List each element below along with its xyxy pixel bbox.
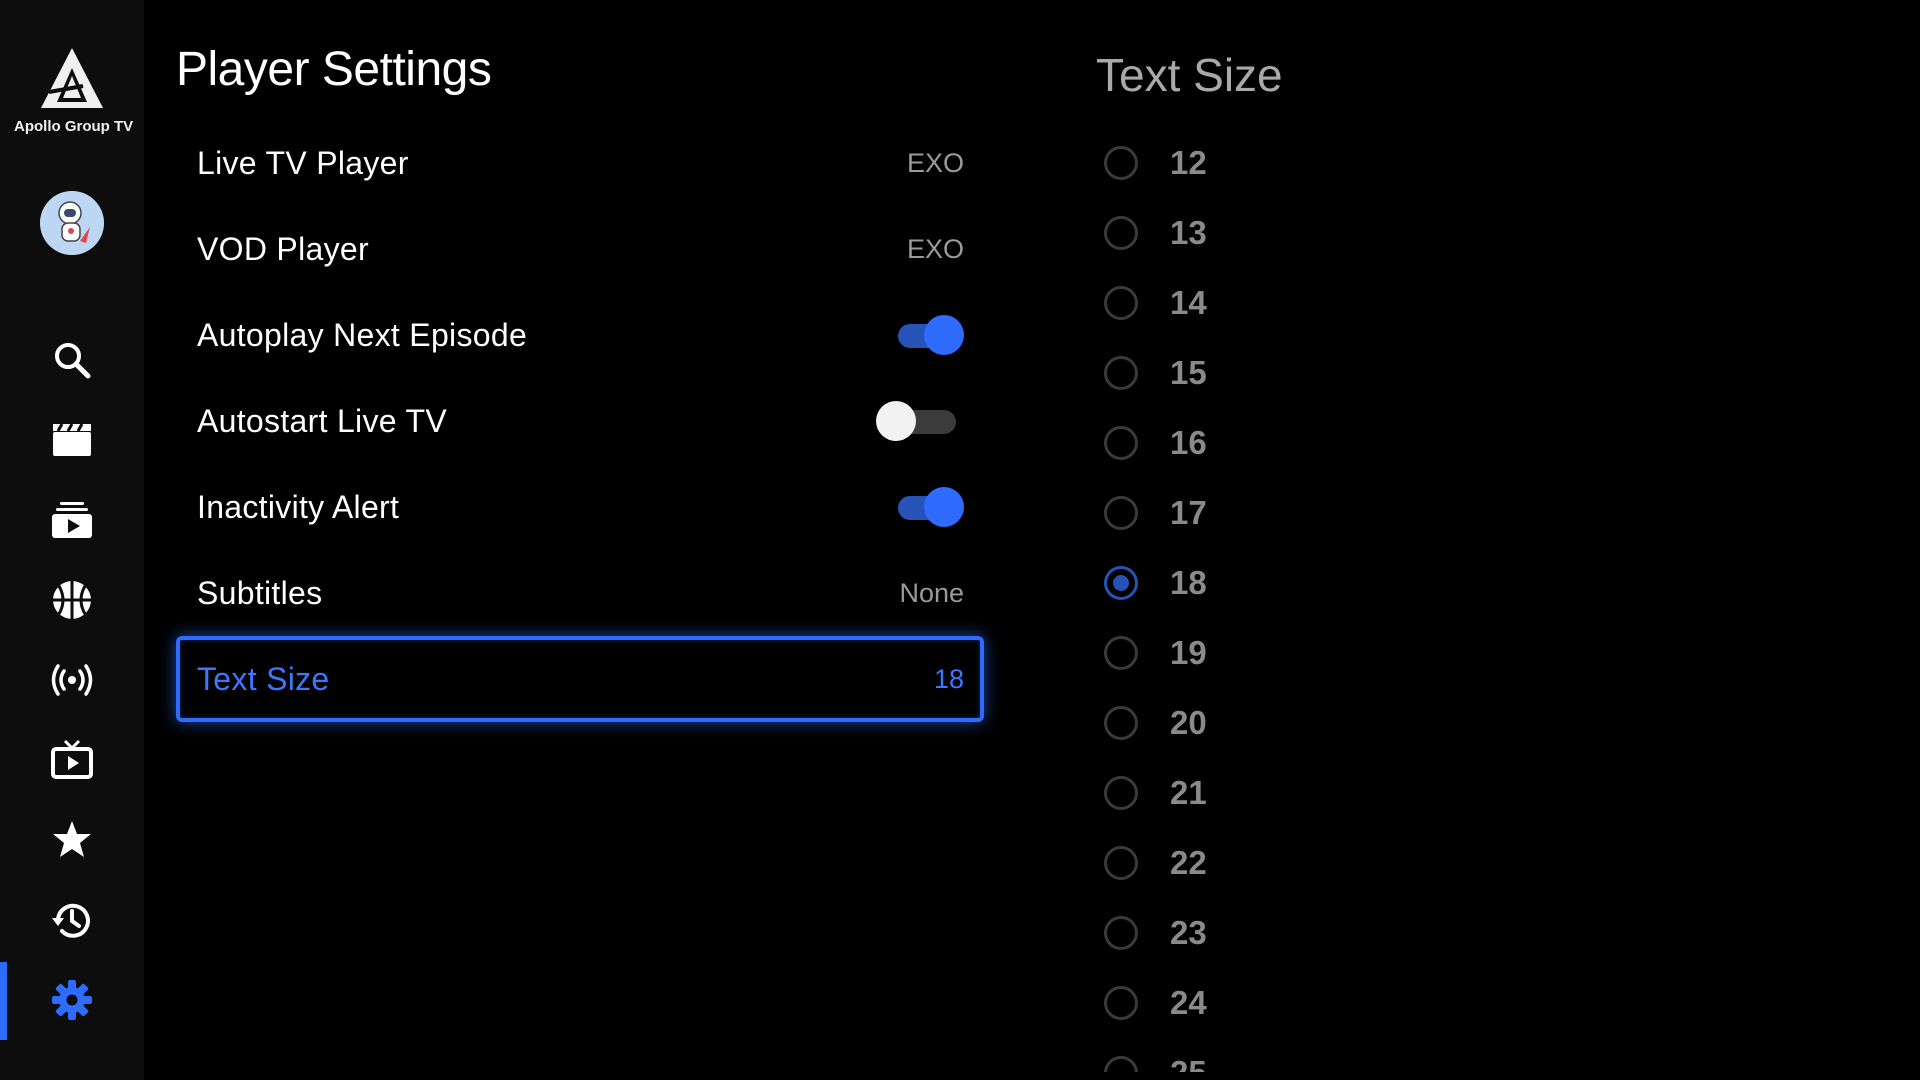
setting-label: Live TV Player	[197, 144, 409, 181]
text-size-option[interactable]: 17	[1104, 478, 1404, 548]
text-size-option[interactable]: 25	[1104, 1038, 1404, 1072]
live-broadcast-icon	[51, 664, 93, 696]
nav-history[interactable]	[0, 884, 144, 956]
option-label: 18	[1170, 564, 1207, 601]
setting-label: Autoplay Next Episode	[197, 316, 528, 353]
text-size-option[interactable]: 24	[1104, 968, 1404, 1038]
option-label: 23	[1170, 914, 1207, 951]
movies-clapper-icon	[53, 423, 91, 456]
radio-button[interactable]	[1104, 566, 1138, 600]
radio-button[interactable]	[1104, 496, 1138, 530]
nav-search[interactable]	[0, 324, 144, 396]
radio-button[interactable]	[1104, 776, 1138, 810]
nav-movies[interactable]	[0, 404, 144, 476]
text-size-option[interactable]: 16	[1104, 408, 1404, 478]
text-size-option[interactable]: 18	[1104, 548, 1404, 618]
radio-button[interactable]	[1104, 986, 1138, 1020]
apollo-logo-icon	[41, 48, 103, 108]
nav-favorites[interactable]	[0, 804, 144, 876]
nav-series[interactable]	[0, 484, 144, 556]
setting-value: None	[899, 577, 964, 608]
radio-button[interactable]	[1104, 846, 1138, 880]
option-label: 14	[1170, 284, 1207, 321]
radio-button[interactable]	[1104, 286, 1138, 320]
option-label: 19	[1170, 634, 1207, 671]
inactivity-alert-toggle[interactable]	[892, 487, 964, 527]
user-avatar[interactable]	[40, 191, 104, 255]
radio-button[interactable]	[1104, 426, 1138, 460]
setting-label: Text Size	[197, 660, 330, 697]
sidebar: Apollo Group TV	[0, 0, 144, 1080]
toggle-knob	[876, 401, 916, 441]
option-label: 24	[1170, 984, 1207, 1021]
text-size-option[interactable]: 19	[1104, 618, 1404, 688]
sports-ball-icon	[53, 581, 91, 619]
option-label: 12	[1170, 144, 1207, 181]
radio-button[interactable]	[1104, 216, 1138, 250]
astronaut-avatar-icon	[40, 191, 104, 255]
setting-label: Autostart Live TV	[197, 402, 447, 439]
radio-button[interactable]	[1104, 706, 1138, 740]
nav-tv[interactable]	[0, 724, 144, 796]
text-size-option[interactable]: 14	[1104, 268, 1404, 338]
nav-live[interactable]	[0, 644, 144, 716]
option-label: 17	[1170, 494, 1207, 531]
autostart-toggle[interactable]	[876, 401, 964, 441]
radio-button[interactable]	[1104, 636, 1138, 670]
gear-icon	[52, 980, 92, 1020]
radio-button[interactable]	[1104, 356, 1138, 390]
setting-vod-player[interactable]: VOD Player EXO	[176, 206, 984, 292]
setting-subtitles[interactable]: Subtitles None	[176, 550, 984, 636]
text-size-option[interactable]: 23	[1104, 898, 1404, 968]
setting-autostart-live-tv[interactable]: Autostart Live TV	[176, 378, 984, 464]
setting-label: VOD Player	[197, 230, 369, 267]
option-label: 22	[1170, 844, 1207, 881]
option-label: 20	[1170, 704, 1207, 741]
tv-icon	[51, 739, 93, 779]
nav-settings[interactable]	[0, 964, 144, 1036]
text-size-options: 12 13 14 15 16 17 18 19 20 21 22 23 24 25	[1104, 128, 1404, 1072]
nav-sports[interactable]	[0, 564, 144, 636]
setting-label: Subtitles	[197, 574, 323, 611]
text-size-option[interactable]: 13	[1104, 198, 1404, 268]
text-size-option[interactable]: 12	[1104, 128, 1404, 198]
setting-value: 18	[933, 663, 964, 694]
radio-button[interactable]	[1104, 146, 1138, 180]
settings-list: Live TV Player EXO VOD Player EXO Autopl…	[176, 120, 984, 722]
toggle-knob	[924, 487, 964, 527]
option-label: 25	[1170, 1054, 1207, 1072]
option-label: 13	[1170, 214, 1207, 251]
page-title: Player Settings	[176, 43, 492, 96]
radio-button[interactable]	[1104, 1056, 1138, 1072]
option-label: 16	[1170, 424, 1207, 461]
text-size-option[interactable]: 15	[1104, 338, 1404, 408]
setting-label: Inactivity Alert	[197, 488, 400, 525]
setting-autoplay-next-episode[interactable]: Autoplay Next Episode	[176, 292, 984, 378]
app-logo: Apollo Group TV	[14, 46, 134, 135]
text-size-option[interactable]: 21	[1104, 758, 1404, 828]
options-panel-title: Text Size	[1096, 49, 1283, 101]
series-icon	[52, 502, 92, 538]
setting-live-tv-player[interactable]: Live TV Player EXO	[176, 120, 984, 206]
setting-text-size[interactable]: Text Size 18	[176, 636, 984, 722]
text-size-option[interactable]: 22	[1104, 828, 1404, 898]
autoplay-toggle[interactable]	[892, 315, 964, 355]
toggle-knob	[924, 315, 964, 355]
text-size-option[interactable]: 20	[1104, 688, 1404, 758]
option-label: 15	[1170, 354, 1207, 391]
radio-button[interactable]	[1104, 916, 1138, 950]
setting-value: EXO	[906, 233, 964, 264]
setting-inactivity-alert[interactable]: Inactivity Alert	[176, 464, 984, 550]
option-label: 21	[1170, 774, 1207, 811]
search-icon	[55, 343, 91, 379]
history-icon	[52, 903, 90, 938]
setting-value: EXO	[906, 147, 964, 178]
star-icon	[53, 821, 91, 857]
app-name: Apollo Group TV	[14, 118, 134, 135]
